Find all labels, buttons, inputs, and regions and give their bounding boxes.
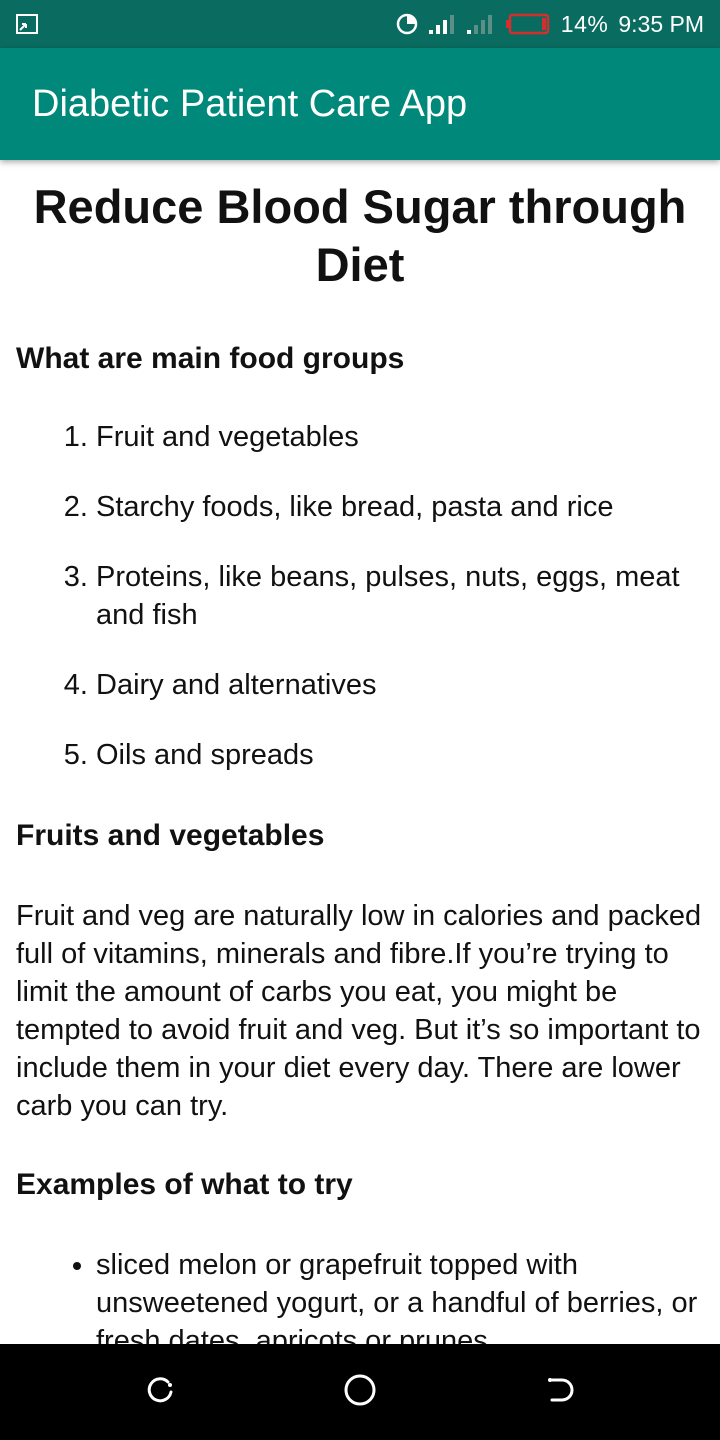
battery-low-icon [505,13,551,35]
recent-apps-button[interactable] [140,1372,180,1412]
page-title: Reduce Blood Sugar through Diet [33,180,687,291]
list-item: Starchy foods, like bread, pasta and ric… [96,488,704,526]
app-title: Diabetic Patient Care App [32,83,468,125]
clock: 9:35 PM [618,10,704,37]
fruits-paragraph: Fruit and veg are naturally low in calor… [16,900,702,1122]
list-item: Fruit and vegetables [96,418,704,456]
list-item: Proteins, like beans, pulses, nuts, eggs… [96,558,704,634]
data-saver-icon [395,12,419,36]
battery-percent: 14% [560,10,609,37]
food-groups-list: Fruit and vegetables Starchy foods, like… [16,418,704,774]
status-icons: 14% 9:35 PM [395,0,704,48]
food-groups-heading: What are main food groups [16,342,405,375]
signal-sim1-icon [428,13,457,35]
article-content[interactable]: Reduce Blood Sugar through Diet What are… [0,160,720,1344]
back-button[interactable] [540,1372,580,1412]
home-icon [343,1373,377,1412]
list-item: sliced melon or grapefruit topped with u… [96,1246,704,1344]
screen-cast-icon [16,14,38,34]
navigation-bar [0,1344,720,1440]
examples-list: sliced melon or grapefruit topped with u… [16,1246,704,1344]
app-bar: Diabetic Patient Care App [0,48,720,160]
status-bar: 14% 9:35 PM [0,0,720,48]
examples-heading: Examples of what to try [16,1168,353,1201]
home-button[interactable] [340,1372,380,1412]
recent-apps-icon [144,1374,176,1411]
fruits-heading: Fruits and vegetables [16,819,325,852]
list-item: Oils and spreads [96,736,704,774]
list-item: Dairy and alternatives [96,666,704,704]
back-icon [544,1374,576,1411]
signal-sim2-icon [466,13,495,35]
